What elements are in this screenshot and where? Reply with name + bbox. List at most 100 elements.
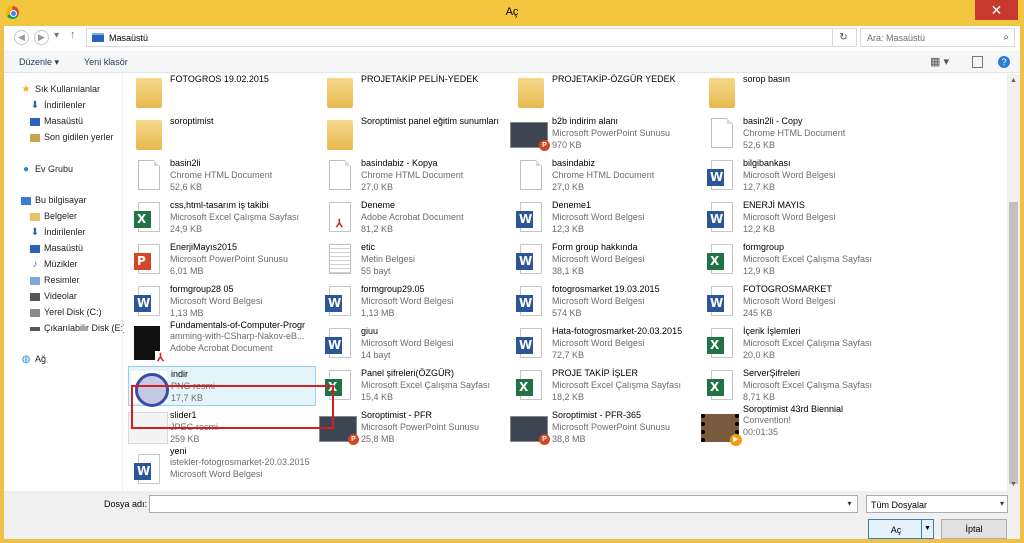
file-item[interactable]: bilgibankası Microsoft Word Belgesi 12,7 K… [701,156,889,196]
file-item[interactable]: Deneme1 Microsoft Word Belgesi 12,3 KB [510,198,698,238]
sidebar-label: Resimler [44,275,80,285]
back-button[interactable]: ◀ [14,30,29,45]
sidebar-item-desktop-pc[interactable]: Masaüstü [30,241,83,255]
file-item[interactable]: Fundamentals-of-Computer-Programming-wit… [128,320,316,364]
file-item[interactable]: ServerŞifreleri Microsoft Excel Çalışma S… [701,366,889,406]
close-button[interactable]: ✕ [975,0,1018,20]
file-item[interactable]: Soroptimist - PFR Microsoft PowerPoint Su… [319,408,507,448]
scroll-up-icon[interactable]: ▲ [1007,74,1020,87]
file-item[interactable]: PROJE TAKİP İŞLER Microsoft Excel Çalışma… [510,366,698,406]
file-item[interactable]: basin2li - Copy Chrome HTML Document 52,6 … [701,114,889,154]
file-item[interactable]: FOTOGROS 19.02.2015 [128,74,316,112]
sidebar-item-documents[interactable]: Belgeler [30,209,77,223]
file-item[interactable]: indir PNG resmi 17,7 KB [128,366,316,407]
open-label: Aç [890,525,902,535]
file-item[interactable]: Deneme Adobe Acrobat Document 81,2 KB [319,198,507,238]
cancel-button[interactable]: İptal [941,519,1007,539]
scroll-thumb[interactable] [1009,202,1018,484]
sidebar-item-recent[interactable]: Son gidilen yerler [30,130,114,144]
file-name: Soroptimist panel eğitim sunumları [361,116,500,126]
file-size: 52,6 KB [170,182,203,192]
file-item[interactable]: EnerjiMayıs2015 Microsoft PowerPoint Sunu… [128,240,316,280]
file-item[interactable]: İçerik İşlemleri Microsoft Excel Çalışma … [701,324,889,364]
up-button[interactable]: ↑ [70,29,76,41]
file-item[interactable]: ENERJİ MAYIS Microsoft Word Belgesi 12,2 K… [701,198,889,238]
search-input[interactable]: Ara: Masaüstü ⌕ [860,28,1015,47]
file-item[interactable]: css,html-tasarım iş takibi Microsoft Exce… [128,198,316,238]
excel-icon [707,328,733,358]
file-size: 12,7 KB [743,182,776,192]
sidebar-item-removable[interactable]: Çıkarılabilir Disk (E:) [30,321,126,335]
file-item[interactable]: basindabiz Chrome HTML Document 27,0 KB [510,156,698,196]
file-item[interactable]: Soroptimist 43rd BiennialConvention! 00:0… [701,404,889,448]
file-item[interactable]: slider1 JPEG resmi 259 KB [128,408,316,448]
sidebar-homegroup[interactable]: ● Ev Grubu [21,162,73,176]
documents-icon [30,212,40,221]
scrollbar[interactable]: ▲ ▼ [1007,74,1020,491]
file-item[interactable]: etic Metin Belgesi 55 bayt [319,240,507,280]
file-name: slider1 [170,410,197,420]
file-type: PNG resmi [171,381,216,391]
file-item[interactable]: fotogrosmarket 19.03.2015 Microsoft Word … [510,282,698,322]
refresh-button[interactable]: ↻ [832,28,854,47]
scroll-down-icon[interactable]: ▼ [1007,478,1020,491]
organize-button[interactable]: Düzenle ▾ [19,57,59,68]
file-item[interactable]: PROJETAKİP PELİN-YEDEK [319,74,507,112]
file-type: Microsoft Excel Çalışma Sayfası [552,380,682,390]
preview-pane-icon[interactable] [972,56,983,68]
file-type: Microsoft Word Belgesi [552,338,645,348]
sidebar-item-pictures[interactable]: Resimler [30,273,80,287]
open-dropdown-icon[interactable]: ▼ [921,520,933,538]
file-item[interactable]: sorop basın [701,74,889,112]
sidebar-item-downloads[interactable]: ⬇ İndirilenler [30,98,86,112]
file-size: 20,0 KB [743,350,776,360]
file-type: Adobe Acrobat Document [361,212,464,222]
chevron-down-icon[interactable]: ▾ [842,496,857,512]
file-name: Form group hakkında [552,242,638,252]
address-bar[interactable]: Masaüstü [86,28,857,47]
video-icon [701,414,742,446]
view-options-icon[interactable]: ▦ ▾ [930,55,949,68]
file-item[interactable]: FOTOGROSMARKET Microsoft Word Belgesi 245 … [701,282,889,322]
sidebar-item-downloads-pc[interactable]: ⬇ İndirilenler [30,225,86,239]
download-icon: ⬇ [30,226,40,238]
sidebar-network[interactable]: ◍ Ağ [21,352,46,366]
command-bar: Düzenle ▾ Yeni klasör ▦ ▾ ? [4,51,1020,73]
new-folder-button[interactable]: Yeni klasör [84,57,128,67]
file-item[interactable]: Soroptimist - PFR-365 Microsoft PowerPoin… [510,408,698,448]
file-item[interactable]: basindabiz - Kopya Chrome HTML Document 27… [319,156,507,196]
file-item[interactable]: soroptimist [128,114,316,154]
help-icon[interactable]: ? [998,56,1010,68]
file-item[interactable]: yeniistekler-fotogrosmarket-20.03.2015 Mi… [128,446,316,490]
filename-input[interactable]: ▾ [149,495,858,513]
file-item[interactable]: formgroup Microsoft Excel Çalışma Sayfası… [701,240,889,280]
file-item[interactable]: Panel şifreleri(ÖZGÜR) Microsoft Excel Ça… [319,366,507,406]
file-type: Microsoft Excel Çalışma Sayfası [743,338,873,348]
open-button[interactable]: Aç ▼ [868,519,934,539]
word-icon [707,202,733,232]
sidebar-item-local-disk[interactable]: Yerel Disk (C:) [30,305,102,319]
sidebar-item-videos[interactable]: Videolar [30,289,77,303]
sidebar-item-desktop[interactable]: Masaüstü [30,114,83,128]
file-item[interactable]: giuu Microsoft Word Belgesi 14 bayt [319,324,507,364]
recent-dropdown-icon[interactable]: ▾ [54,30,59,41]
file-item[interactable]: PROJETAKİP-ÖZGÜR YEDEK [510,74,698,112]
file-item[interactable]: Hata-fotogrosmarket-20.03.2015 Microsoft … [510,324,698,364]
file-size: 00:01:35 [743,427,779,437]
file-item[interactable]: Form group hakkında Microsoft Word Belges… [510,240,698,280]
file-item[interactable]: Soroptimist panel eğitim sunumları [319,114,507,154]
file-item[interactable]: basin2li Chrome HTML Document 52,6 KB [128,156,316,196]
sidebar-label: Son gidilen yerler [44,132,114,142]
file-type-select[interactable]: Tüm Dosyalar ▾ [866,495,1008,513]
forward-button[interactable]: ▶ [34,30,49,45]
file-name: etic [361,242,376,252]
sidebar-item-music[interactable]: ♪ Müzikler [30,257,78,271]
file-item[interactable]: b2b indirim alanı Microsoft PowerPoint Su… [510,114,698,154]
sidebar-this-pc[interactable]: Bu bilgisayar [21,193,87,207]
file-type: Chrome HTML Document [743,128,846,138]
folder-icon [136,120,162,150]
file-item[interactable]: formgroup29.05 Microsoft Word Belgesi 1,13… [319,282,507,322]
search-icon: ⌕ [1003,32,1009,43]
sidebar-favorites[interactable]: ★ Sık Kullanılanlar [21,82,101,96]
file-item[interactable]: formgroup28 05 Microsoft Word Belgesi 1,13… [128,282,316,322]
